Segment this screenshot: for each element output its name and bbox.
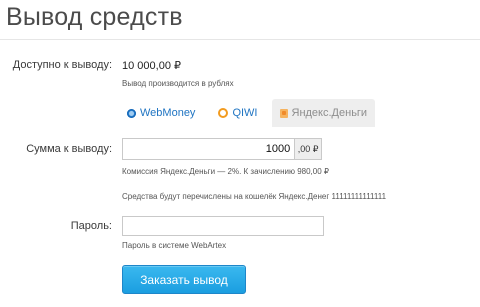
commission-hint: Комиссия Яндекс.Деньги — 2%. К зачислени… xyxy=(122,167,329,176)
transfer-hint: Средства будут перечислены на кошелёк Ян… xyxy=(122,192,387,201)
tab-webmoney-label: WebMoney xyxy=(140,107,196,119)
password-hint: Пароль в системе WebArtex xyxy=(122,241,227,250)
tab-qiwi[interactable]: QIWI xyxy=(210,99,265,127)
payment-method-tabs: WebMoney QIWI Яндекс.Деньги xyxy=(120,99,376,127)
password-field[interactable] xyxy=(122,216,324,236)
page-title: Вывод средств xyxy=(6,3,183,31)
order-withdrawal-button[interactable]: Заказать вывод xyxy=(122,265,246,294)
yandex-money-icon xyxy=(279,108,288,118)
webmoney-icon xyxy=(127,108,136,118)
amount-label: Сумма к выводу: xyxy=(26,143,112,155)
password-label: Пароль: xyxy=(70,220,112,232)
amount-field-group: ,00 ₽ xyxy=(122,138,322,160)
tab-qiwi-label: QIWI xyxy=(232,107,258,119)
amount-input[interactable] xyxy=(122,138,295,160)
currency-hint: Вывод производится в рублях xyxy=(122,79,234,88)
available-label: Доступно к выводу: xyxy=(12,59,112,71)
available-value: 10 000,00 ₽ xyxy=(122,60,181,72)
tab-webmoney[interactable]: WebMoney xyxy=(120,99,203,127)
tab-yandex-money-label: Яндекс.Деньги xyxy=(291,107,368,119)
qiwi-icon xyxy=(218,108,229,118)
title-divider xyxy=(0,39,480,40)
amount-suffix: ,00 ₽ xyxy=(294,138,322,160)
tab-yandex-money[interactable]: Яндекс.Деньги xyxy=(271,99,376,127)
